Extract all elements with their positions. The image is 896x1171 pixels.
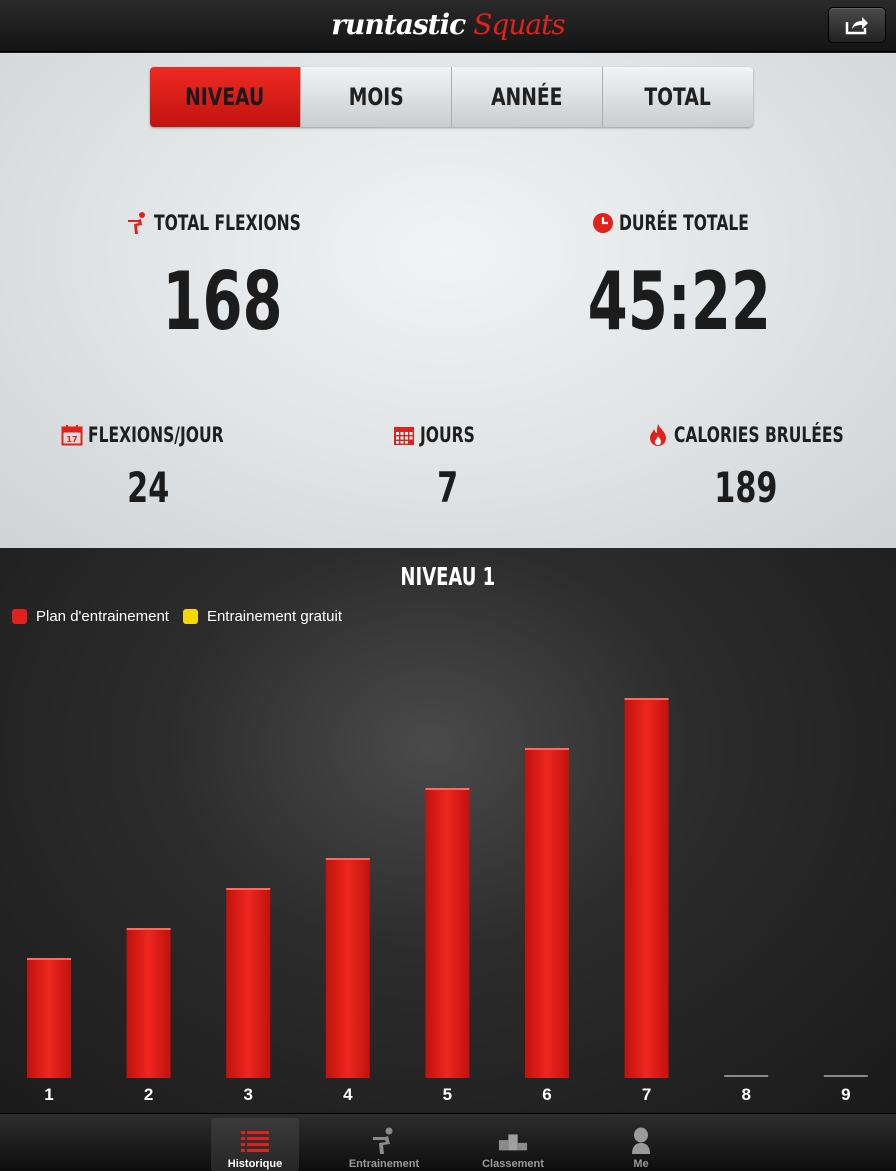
- duree-totale-value: 45:22: [587, 255, 772, 348]
- x-tick-label-2: 2: [144, 1085, 153, 1104]
- jours-label: JOURS: [392, 423, 494, 447]
- bar-top-highlight-4: [325, 858, 370, 860]
- flame-icon: [646, 423, 670, 447]
- x-tick-label-9: 9: [841, 1085, 850, 1104]
- bar-top-highlight-3: [226, 888, 271, 890]
- tab-me[interactable]: Me: [597, 1118, 685, 1171]
- tab-annee-label: ANNÉE: [491, 83, 563, 111]
- bar-empty-8: [724, 1075, 769, 1077]
- total-flexions-text: TOTAL FLEXIONS: [154, 211, 301, 235]
- bar-5: [425, 788, 470, 1078]
- tab-classement[interactable]: Classement: [469, 1118, 557, 1171]
- share-icon: [845, 17, 868, 35]
- logo-main-text: runtastic: [331, 8, 466, 41]
- calories-value: 189: [714, 463, 778, 512]
- clock-icon: [591, 211, 615, 235]
- flexions-jour-label: 17 FLEXIONS/JOUR: [60, 423, 271, 447]
- bar-empty-9: [823, 1075, 868, 1077]
- x-tick-label-1: 1: [44, 1085, 53, 1104]
- calories-label: CALORIES BRULÉES: [646, 423, 896, 447]
- tab-entrainement-label: Entrainement: [348, 1158, 420, 1170]
- bar-top-highlight-2: [126, 928, 171, 930]
- calendar-grid-icon: [392, 423, 416, 447]
- tab-total-label: TOTAL: [644, 83, 712, 111]
- podium-icon: [498, 1127, 528, 1155]
- tab-total[interactable]: TOTAL: [602, 67, 753, 127]
- x-tick-label-5: 5: [443, 1085, 452, 1104]
- calories-text: CALORIES BRULÉES: [674, 423, 844, 447]
- bar-top-highlight-7: [624, 698, 669, 700]
- bar-top-highlight-6: [525, 748, 569, 750]
- bar-1: [27, 958, 71, 1078]
- x-tick-label-7: 7: [642, 1085, 651, 1104]
- flexions-jour-text: FLEXIONS/JOUR: [88, 423, 224, 447]
- x-tick-label-3: 3: [243, 1085, 252, 1104]
- tab-annee[interactable]: ANNÉE: [451, 67, 602, 127]
- x-tick-label-6: 6: [542, 1085, 551, 1104]
- squat-figure-icon: [369, 1127, 399, 1155]
- calendar-day-icon: 17: [60, 423, 84, 447]
- flexions-jour-value: 24: [126, 463, 170, 512]
- tab-entrainement[interactable]: Entrainement: [340, 1118, 428, 1171]
- duree-totale-text: DURÉE TOTALE: [619, 211, 749, 235]
- squat-figure-icon: [126, 211, 150, 235]
- total-flexions-value: 168: [161, 255, 283, 348]
- x-tick-label-4: 4: [343, 1085, 353, 1104]
- person-icon: [626, 1127, 656, 1155]
- bar-7: [624, 698, 669, 1078]
- tab-mois-label: MOIS: [348, 83, 404, 111]
- period-segmented-control: NIVEAU MOIS ANNÉE TOTAL: [150, 67, 753, 127]
- bar-3: [226, 888, 271, 1078]
- logo-sub-text: Squats: [473, 8, 565, 41]
- bar-chart: 1 2 3 4 5 6 7 8 9: [27, 698, 868, 1104]
- tab-niveau[interactable]: NIVEAU: [150, 67, 300, 127]
- bar-2: [126, 928, 171, 1078]
- x-tick-label-8: 8: [741, 1085, 750, 1104]
- list-icon: [240, 1127, 270, 1155]
- tab-historique-label: Historique: [227, 1158, 283, 1170]
- jours-value: 7: [437, 463, 459, 512]
- tab-me-label: Me: [633, 1158, 649, 1170]
- share-button[interactable]: [828, 7, 886, 43]
- chart-panel: NIVEAU 1 Plan d'entrainement Entrainemen…: [0, 548, 896, 1113]
- bar-4: [325, 858, 370, 1078]
- total-flexions-label: TOTAL FLEXIONS: [126, 211, 352, 235]
- tab-mois[interactable]: MOIS: [300, 67, 451, 127]
- bottom-tab-bar: Historique Entrainement Classement Me: [0, 1113, 896, 1171]
- tab-classement-label: Classement: [482, 1158, 544, 1170]
- svg-text:17: 17: [66, 435, 77, 444]
- top-bar: runtastic Squats: [0, 0, 896, 52]
- bar-top-highlight-1: [27, 958, 71, 960]
- bar-top-highlight-5: [425, 788, 470, 790]
- jours-text: JOURS: [420, 423, 475, 447]
- tab-historique[interactable]: Historique: [211, 1118, 299, 1171]
- app-logo: runtastic Squats: [0, 8, 896, 42]
- tab-niveau-label: NIVEAU: [185, 83, 265, 111]
- stats-panel: NIVEAU MOIS ANNÉE TOTAL TOTAL FLEXIONS 1…: [0, 53, 896, 548]
- bar-6: [525, 748, 569, 1078]
- duree-totale-label: DURÉE TOTALE: [591, 211, 795, 235]
